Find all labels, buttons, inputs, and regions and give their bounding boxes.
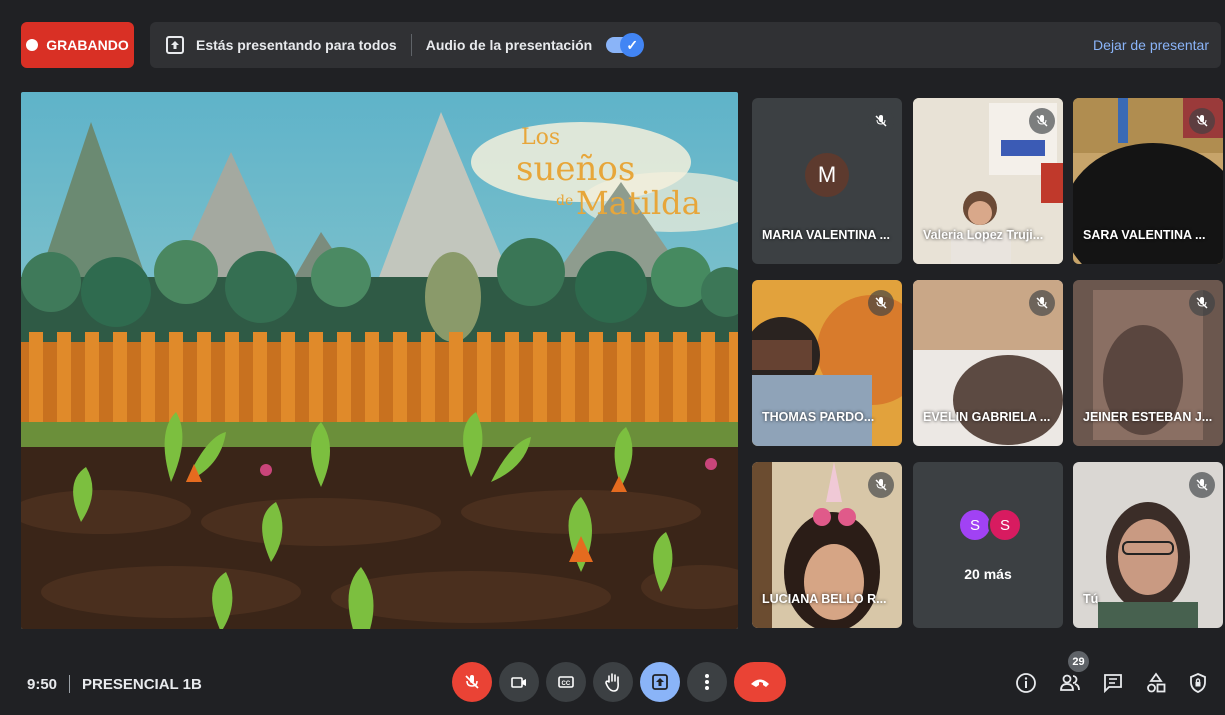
stop-presenting-button[interactable]: Dejar de presentar	[1093, 37, 1209, 53]
chat-icon	[1104, 674, 1122, 694]
people-count-badge: 29	[1068, 651, 1089, 672]
camera-toggle-button[interactable]	[499, 662, 539, 702]
participant-name: LUCIANA BELLO R...	[762, 592, 887, 606]
participant-name: JEINER ESTEBAN J...	[1083, 410, 1213, 424]
participant-tile-maria[interactable]: M MARIA VALENTINA ...	[752, 98, 902, 264]
camera-icon	[511, 677, 526, 688]
meeting-details-button[interactable]	[1013, 670, 1039, 696]
participant-name: SARA VALENTINA ...	[1083, 228, 1206, 242]
mic-off-icon	[868, 108, 894, 134]
host-controls-button[interactable]	[1185, 670, 1211, 696]
title-prefix: de	[556, 193, 573, 209]
captions-icon: CC	[558, 676, 574, 688]
divider	[410, 34, 412, 56]
participant-tile-valeria[interactable]: Valeria Lopez Truji...	[913, 98, 1063, 264]
info-icon	[1016, 673, 1036, 693]
presenting-text: Estás presentando para todos	[196, 37, 397, 53]
recording-indicator[interactable]: GRABANDO	[21, 22, 134, 68]
presenting-banner: Estás presentando para todos Audio de la…	[150, 22, 1221, 68]
mic-off-icon	[868, 290, 894, 316]
chat-button[interactable]	[1100, 670, 1126, 696]
participant-name: MARIA VALENTINA ...	[762, 228, 891, 242]
presentation-illustration: Los sueños de Matilda	[21, 92, 738, 629]
divider	[69, 675, 71, 693]
mic-off-icon	[868, 472, 894, 498]
activities-icon	[1147, 672, 1166, 693]
recording-dot-icon	[26, 39, 39, 51]
avatar: M	[805, 153, 849, 197]
participant-tile-sara[interactable]: SARA VALENTINA ...	[1073, 98, 1223, 264]
mic-toggle-button[interactable]	[452, 662, 492, 702]
more-options-button[interactable]	[687, 662, 727, 702]
check-icon: ✓	[620, 33, 645, 57]
clock: 9:50	[27, 675, 58, 693]
present-screen-icon	[652, 674, 668, 690]
title-line-1: Los	[521, 125, 560, 150]
recording-label: GRABANDO	[46, 37, 129, 53]
participant-tile-thomas[interactable]: THOMAS PARDO...	[752, 280, 902, 446]
participant-tile-self[interactable]: Tú	[1073, 462, 1223, 628]
audio-label: Audio de la presentación	[425, 37, 593, 53]
participant-tile-evelin[interactable]: EVELIN GABRIELA ...	[913, 280, 1063, 446]
mic-off-icon	[1189, 108, 1215, 134]
hand-icon	[605, 673, 619, 692]
participant-name: Tú	[1083, 592, 1099, 606]
more-vertical-icon	[705, 674, 709, 690]
meeting-info: 9:50 PRESENCIAL 1B	[27, 675, 202, 693]
participant-name: Valeria Lopez Truji...	[923, 228, 1044, 242]
avatar: S	[958, 508, 992, 542]
participant-name: EVELIN GABRIELA ...	[923, 410, 1051, 424]
mic-off-icon	[1029, 290, 1055, 316]
title-line-3: Matilda	[576, 184, 701, 222]
activities-button[interactable]	[1143, 670, 1169, 696]
avatar: S	[988, 508, 1022, 542]
meeting-name: PRESENCIAL 1B	[82, 675, 202, 693]
participant-name: THOMAS PARDO...	[762, 410, 875, 424]
captions-button[interactable]: CC	[546, 662, 586, 702]
shield-lock-icon	[1190, 673, 1206, 693]
present-button[interactable]	[640, 662, 680, 702]
participant-tile-jeiner[interactable]: JEINER ESTEBAN J...	[1073, 280, 1223, 446]
hang-up-icon	[751, 679, 769, 687]
raise-hand-button[interactable]	[593, 662, 633, 702]
more-participants-label: 20 más	[964, 566, 1012, 582]
mic-off-icon	[1189, 290, 1215, 316]
presentation-stage: Los sueños de Matilda	[21, 92, 738, 629]
more-participants-tile[interactable]: S S 20 más	[913, 462, 1063, 628]
people-button[interactable]	[1057, 670, 1083, 696]
people-icon	[1060, 674, 1080, 691]
present-screen-icon	[166, 36, 184, 54]
mic-off-icon	[1029, 108, 1055, 134]
participant-tile-luciana[interactable]: LUCIANA BELLO R...	[752, 462, 902, 628]
mic-off-icon	[465, 675, 479, 689]
leave-call-button[interactable]	[734, 662, 786, 702]
audio-toggle[interactable]: ✓	[606, 33, 645, 57]
svg-text:CC: CC	[562, 681, 571, 687]
mic-off-icon	[1189, 472, 1215, 498]
title-line-2: sueños	[516, 149, 635, 189]
